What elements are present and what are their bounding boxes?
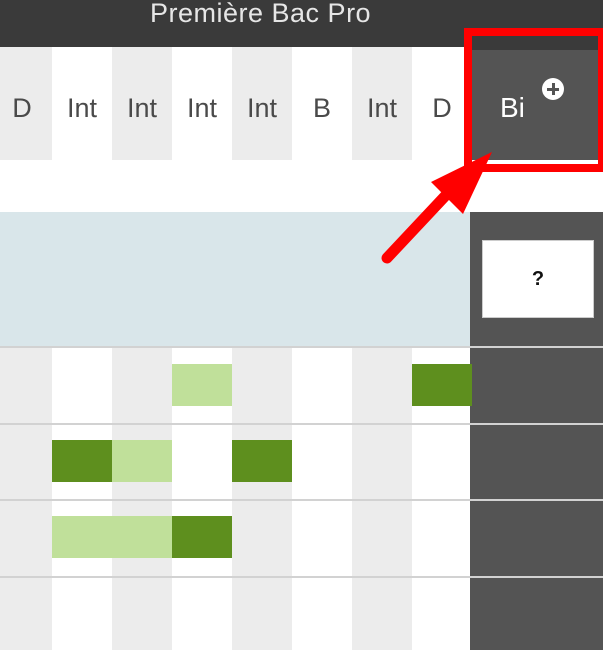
bi-value-input[interactable]: ? — [482, 240, 594, 318]
row-divider — [0, 499, 603, 501]
schedule-grid-view: Première Bac Pro D Int Int Int Int B Int D Bi ? — [0, 0, 603, 650]
column-bg — [172, 47, 232, 650]
column-bg — [112, 47, 172, 650]
selected-row-band — [0, 212, 470, 346]
schedule-cell-dark[interactable] — [172, 516, 232, 558]
column-bg — [352, 47, 412, 650]
header-spacer — [0, 160, 470, 212]
column-header[interactable]: Int — [352, 93, 412, 123]
column-header[interactable]: Int — [112, 93, 172, 123]
row-divider — [0, 576, 603, 578]
schedule-cell-light[interactable] — [172, 364, 232, 406]
row-divider — [0, 346, 603, 348]
red-highlight-frame — [464, 28, 603, 172]
schedule-cell-light[interactable] — [112, 440, 172, 482]
section-title: Première Bac Pro — [150, 0, 372, 28]
schedule-cell-dark[interactable] — [52, 440, 112, 482]
column-header[interactable]: B — [292, 93, 352, 123]
column-header[interactable]: D — [0, 93, 52, 123]
section-header: Première Bac Pro — [0, 0, 470, 47]
schedule-cell-dark[interactable] — [412, 364, 472, 406]
schedule-cell-light[interactable] — [112, 516, 172, 558]
column-header[interactable]: Int — [52, 93, 112, 123]
column-bg — [232, 47, 292, 650]
column-bg — [52, 47, 112, 650]
row-divider — [0, 423, 603, 425]
column-header[interactable]: Int — [172, 93, 232, 123]
column-bg — [412, 47, 472, 650]
schedule-cell-dark[interactable] — [232, 440, 292, 482]
column-header[interactable]: D — [412, 93, 472, 123]
column-header[interactable]: Int — [232, 93, 292, 123]
column-bg — [0, 47, 52, 650]
schedule-cell-light[interactable] — [52, 516, 112, 558]
column-bg — [292, 47, 352, 650]
